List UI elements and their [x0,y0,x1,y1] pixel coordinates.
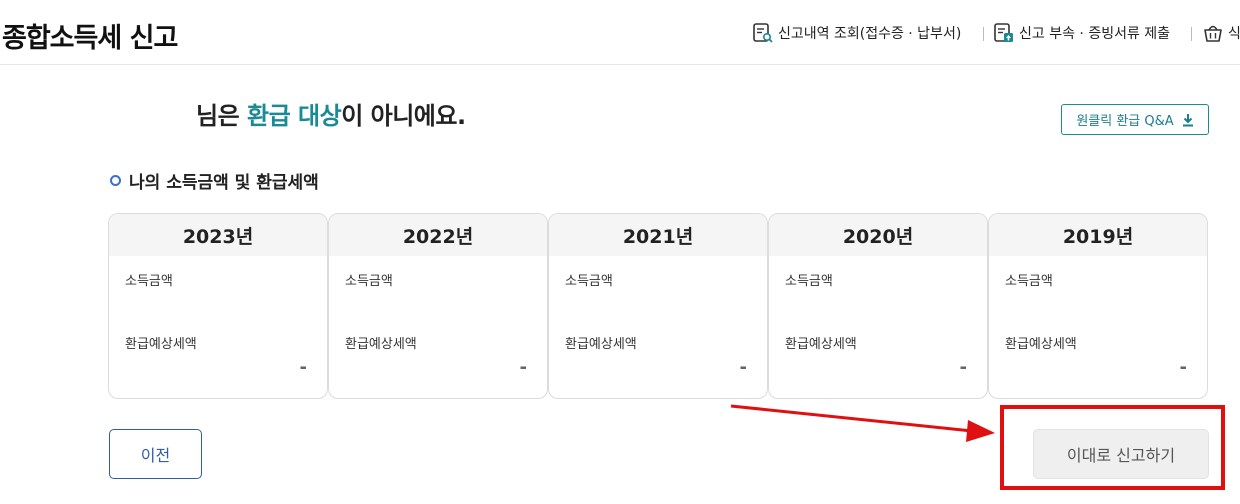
submit-as-is-button[interactable]: 이대로 신고하기 [1033,429,1209,479]
section-title-text: 나의 소득금액 및 환급세액 [129,173,319,193]
refund-value: - [739,357,747,378]
headline-highlight: 환급 대상 [247,102,342,130]
card-year: 2021년 [549,214,767,256]
section-title: 나의 소득금액 및 환급세액 [110,168,319,193]
header-divider [1191,27,1192,41]
document-upload-icon [994,23,1013,42]
card-year: 2022년 [329,214,547,256]
refund-qa-label: 원클릭 환급 Q&A [1076,114,1174,129]
history-lookup-link[interactable]: 신고내역 조회(접수증 · 납부서) [752,22,961,44]
year-card: 2023년 소득금액 환급예상세액 - [108,213,328,399]
refund-label: 환급예상세액 [1005,337,1077,352]
page-title: 종합소득세 신고 [2,23,178,54]
prev-button[interactable]: 이전 [109,429,202,479]
year-card: 2019년 소득금액 환급예상세액 - [988,213,1208,399]
refund-label: 환급예상세액 [345,337,417,352]
income-label: 소득금액 [345,274,393,289]
income-label: 소득금액 [785,274,833,289]
document-search-icon [753,23,773,43]
basket-label: 식 [1228,26,1240,42]
history-lookup-label: 신고내역 조회(접수증 · 납부서) [778,26,962,42]
card-year: 2019년 [989,214,1207,256]
refund-value: - [299,357,307,378]
basket-link[interactable]: 식 [1202,22,1240,44]
refund-value: - [519,357,527,378]
year-card: 2020년 소득금액 환급예상세액 - [768,213,988,399]
bullet-icon [110,175,121,186]
card-year: 2023년 [109,214,327,256]
header-divider [983,27,984,41]
basket-icon [1204,25,1222,42]
year-card: 2022년 소득금액 환급예상세액 - [328,213,548,399]
income-label: 소득금액 [565,274,613,289]
headline-suffix: 이 아니에요. [341,102,466,130]
year-cards: 2023년 소득금액 환급예상세액 - 2022년 소득금액 환급예상세액 - … [108,213,1209,399]
download-icon [1182,113,1193,126]
refund-label: 환급예상세액 [565,337,637,352]
header-bar: 종합소득세 신고 신고내역 조회(접수증 · 납부서) 신고 부속 · 증빙서류… [0,0,1240,65]
income-label: 소득금액 [1005,274,1053,289]
income-label: 소득금액 [125,274,173,289]
refund-value: - [959,357,967,378]
document-submit-label: 신고 부속 · 증빙서류 제출 [1019,26,1171,42]
refund-label: 환급예상세액 [785,337,857,352]
headline-prefix: 님은 [196,102,248,130]
document-submit-link[interactable]: 신고 부속 · 증빙서류 제출 [993,22,1170,44]
refund-qa-button[interactable]: 원클릭 환급 Q&A [1061,104,1209,135]
refund-value: - [1179,357,1187,378]
refund-label: 환급예상세액 [125,337,197,352]
year-card: 2021년 소득금액 환급예상세액 - [548,213,768,399]
result-headline: 님은 환급 대상이 아니에요. [196,96,466,131]
card-year: 2020년 [769,214,987,256]
